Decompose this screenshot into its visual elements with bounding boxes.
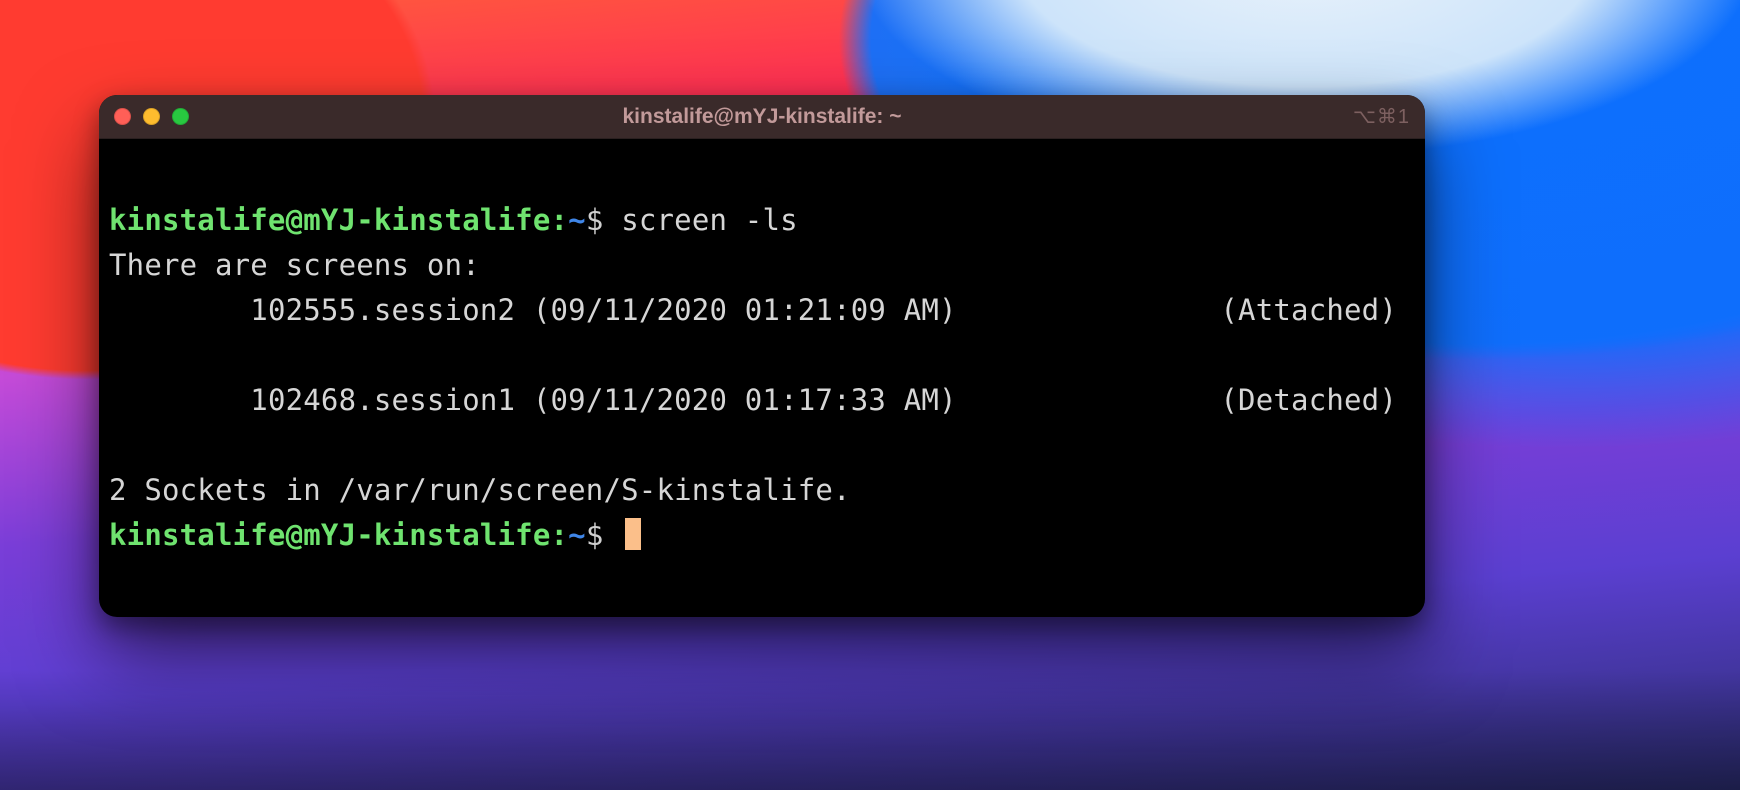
session-indent: [109, 383, 250, 417]
prompt-user-host: kinstalife@mYJ-kinstalife: [109, 518, 551, 552]
session-row-1: 102555.session2 (09/11/2020 01:21:09 AM)…: [109, 288, 1415, 333]
prompt-symbol: $: [586, 203, 604, 237]
traffic-lights: [114, 108, 189, 125]
prompt-path: ~: [568, 203, 586, 237]
prompt-separator: :: [551, 203, 569, 237]
prompt-symbol: $: [586, 518, 604, 552]
session-timestamp: (09/11/2020 01:17:33 AM): [533, 383, 957, 417]
session-timestamp: (09/11/2020 01:21:09 AM): [533, 293, 957, 327]
output-footer: 2 Sockets in /var/run/screen/S-kinstalif…: [109, 473, 851, 507]
prompt-user-host: kinstalife@mYJ-kinstalife: [109, 203, 551, 237]
window-title: kinstalife@mYJ-kinstalife: ~: [99, 105, 1425, 129]
terminal-body[interactable]: kinstalife@mYJ-kinstalife:~$ screen -ls …: [99, 139, 1425, 612]
terminal-window: kinstalife@mYJ-kinstalife: ~ ⌥⌘1 kinstal…: [99, 95, 1425, 617]
maximize-icon[interactable]: [172, 108, 189, 125]
window-shortcut-hint: ⌥⌘1: [1353, 104, 1410, 129]
prompt-line-1: kinstalife@mYJ-kinstalife:~$ screen -ls: [109, 203, 798, 237]
prompt-separator: :: [551, 518, 569, 552]
session-row-2: 102468.session1 (09/11/2020 01:17:33 AM)…: [109, 378, 1415, 423]
minimize-icon[interactable]: [143, 108, 160, 125]
session-status: (Attached): [1220, 288, 1415, 333]
command-text: screen -ls: [621, 203, 798, 237]
prompt-path: ~: [568, 518, 586, 552]
session-id: 102555.session2: [250, 293, 515, 327]
output-header: There are screens on:: [109, 248, 480, 282]
window-titlebar[interactable]: kinstalife@mYJ-kinstalife: ~ ⌥⌘1: [99, 95, 1425, 139]
close-icon[interactable]: [114, 108, 131, 125]
session-status: (Detached): [1220, 378, 1415, 423]
cursor-icon: [625, 518, 641, 550]
session-indent: [109, 293, 250, 327]
prompt-line-2: kinstalife@mYJ-kinstalife:~$: [109, 518, 641, 552]
session-id: 102468.session1: [250, 383, 515, 417]
